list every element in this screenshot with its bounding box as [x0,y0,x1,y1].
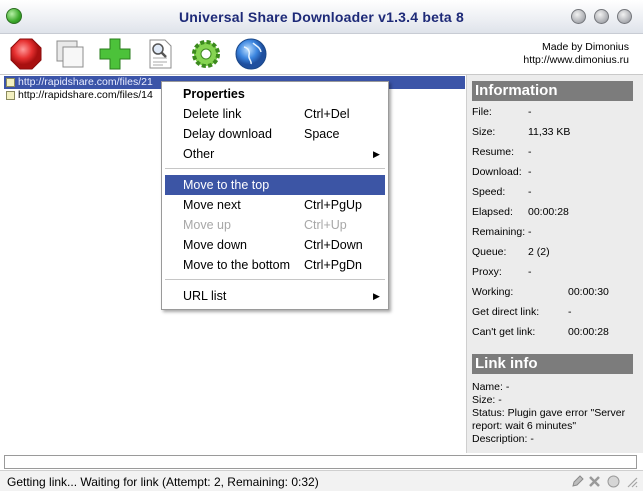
info-value: 2 (2) [528,246,550,258]
menu-item-delay-download[interactable]: Delay download Space [165,124,385,144]
toolbar: Made by Dimonius http://www.dimonius.ru [0,34,643,74]
info-value: 00:00:28 [528,206,569,218]
status-text: Getting link... Waiting for link (Attemp… [7,475,319,489]
submenu-arrow-icon: ▶ [373,149,380,159]
menu-item-properties[interactable]: Properties [165,84,385,104]
settings-button[interactable] [189,37,223,71]
menu-item-delete-link[interactable]: Delete link Ctrl+Del [165,104,385,124]
maximize-button[interactable] [594,9,609,24]
resize-grip-icon[interactable] [625,475,638,488]
info-value: - [528,106,532,118]
info-label: Size: [472,126,496,138]
info-label: Proxy: [472,266,502,278]
info-row: Proxy: - [472,266,637,280]
info-row: Remaining: - [472,226,637,240]
information-heading: Information [472,81,633,101]
web-button[interactable] [234,37,268,71]
stop-icon [10,38,42,70]
url-entry-field[interactable] [4,455,637,469]
info-value: - [528,226,532,238]
info-label: Speed: [472,186,506,198]
link-info-heading: Link info [472,354,633,374]
info-row: File: - [472,106,637,120]
info-value: - [528,166,532,178]
info-panel: Information File: - Size: 11,33 KB Resume: - D… [466,75,643,453]
info-label: Download: [472,166,522,178]
info-label: Remaining: [472,226,526,238]
info-row: Size: 11,33 KB [472,126,637,140]
info-row: Resume: - [472,146,637,160]
stop-button[interactable] [9,37,43,71]
menu-separator [165,279,385,280]
connection-icon [607,475,620,488]
gear-icon [192,40,220,68]
info-label: Get direct link: [472,306,540,318]
info-row: Get direct link: - [472,306,637,320]
download-url: http://rapidshare.com/files/14 [18,89,153,101]
info-label: Can't get link: [472,326,536,338]
info-value: - [528,266,532,278]
author-credit: Made by Dimonius http://www.dimonius.ru [523,41,629,67]
submenu-arrow-icon: ▶ [373,291,380,301]
menu-item-move-down[interactable]: Move down Ctrl+Down [165,235,385,255]
search-document-icon [149,39,172,69]
pen-icon [572,475,584,487]
link-description: Description: - [472,433,534,445]
menu-item-move-up: Move up Ctrl+Up [183,218,347,232]
info-label: Queue: [472,246,507,258]
menu-item-other[interactable]: Other ▶ [165,144,385,164]
menu-item-url-list[interactable]: URL list ▶ [165,286,385,306]
close-button[interactable] [617,9,632,24]
status-bar: Getting link... Waiting for link (Attemp… [0,470,643,491]
window-title: Universal Share Downloader v1.3.4 beta 8 [178,9,464,25]
minimize-button[interactable] [571,9,586,24]
file-status-icon [6,78,15,87]
context-menu: Properties Delete link Ctrl+Del Delay do… [161,81,389,310]
info-row: Queue: 2 (2) [472,246,637,260]
info-label: Resume: [472,146,515,158]
add-button[interactable] [98,37,132,71]
author-name: Made by Dimonius [542,41,629,53]
globe-icon [235,38,267,70]
file-status-icon [6,91,15,100]
menu-item-move-next[interactable]: Move next Ctrl+PgUp [165,195,385,215]
copy-icon [56,40,84,68]
info-label: Working: [472,286,514,298]
link-name: Name: - [472,381,510,393]
copy-button[interactable] [53,37,87,71]
info-row: Elapsed: 00:00:28 [472,206,637,220]
info-label: Elapsed: [472,206,513,218]
link-status: Status: Plugin gave error "Server report… [472,407,626,432]
add-icon [99,38,131,70]
tools-icon [589,476,600,487]
search-button[interactable] [143,37,177,71]
link-size: Size: - [472,394,502,406]
info-value: 00:00:28 [568,326,609,338]
info-value: 11,33 KB [528,126,571,138]
info-value: 00:00:30 [568,286,609,298]
author-website-link[interactable]: http://www.dimonius.ru [523,54,629,67]
info-value: - [528,146,532,158]
info-label: File: [472,106,492,118]
download-url: http://rapidshare.com/files/21 [18,76,153,88]
info-row: Can't get link: 00:00:28 [472,326,637,340]
info-row: Speed: - [472,186,637,200]
menu-separator [165,168,385,169]
menu-item-move-to-top[interactable]: Move to the top [165,175,385,195]
info-value: - [568,306,572,318]
link-info-details: Name: - Size: - Status: Plugin gave erro… [472,381,637,446]
info-row: Download: - [472,166,637,180]
menu-item-move-to-bottom[interactable]: Move to the bottom Ctrl+PgDn [165,255,385,275]
title-bar[interactable]: Universal Share Downloader v1.3.4 beta 8 [0,0,643,34]
info-row: Working: 00:00:30 [472,286,637,300]
info-value: - [528,186,532,198]
